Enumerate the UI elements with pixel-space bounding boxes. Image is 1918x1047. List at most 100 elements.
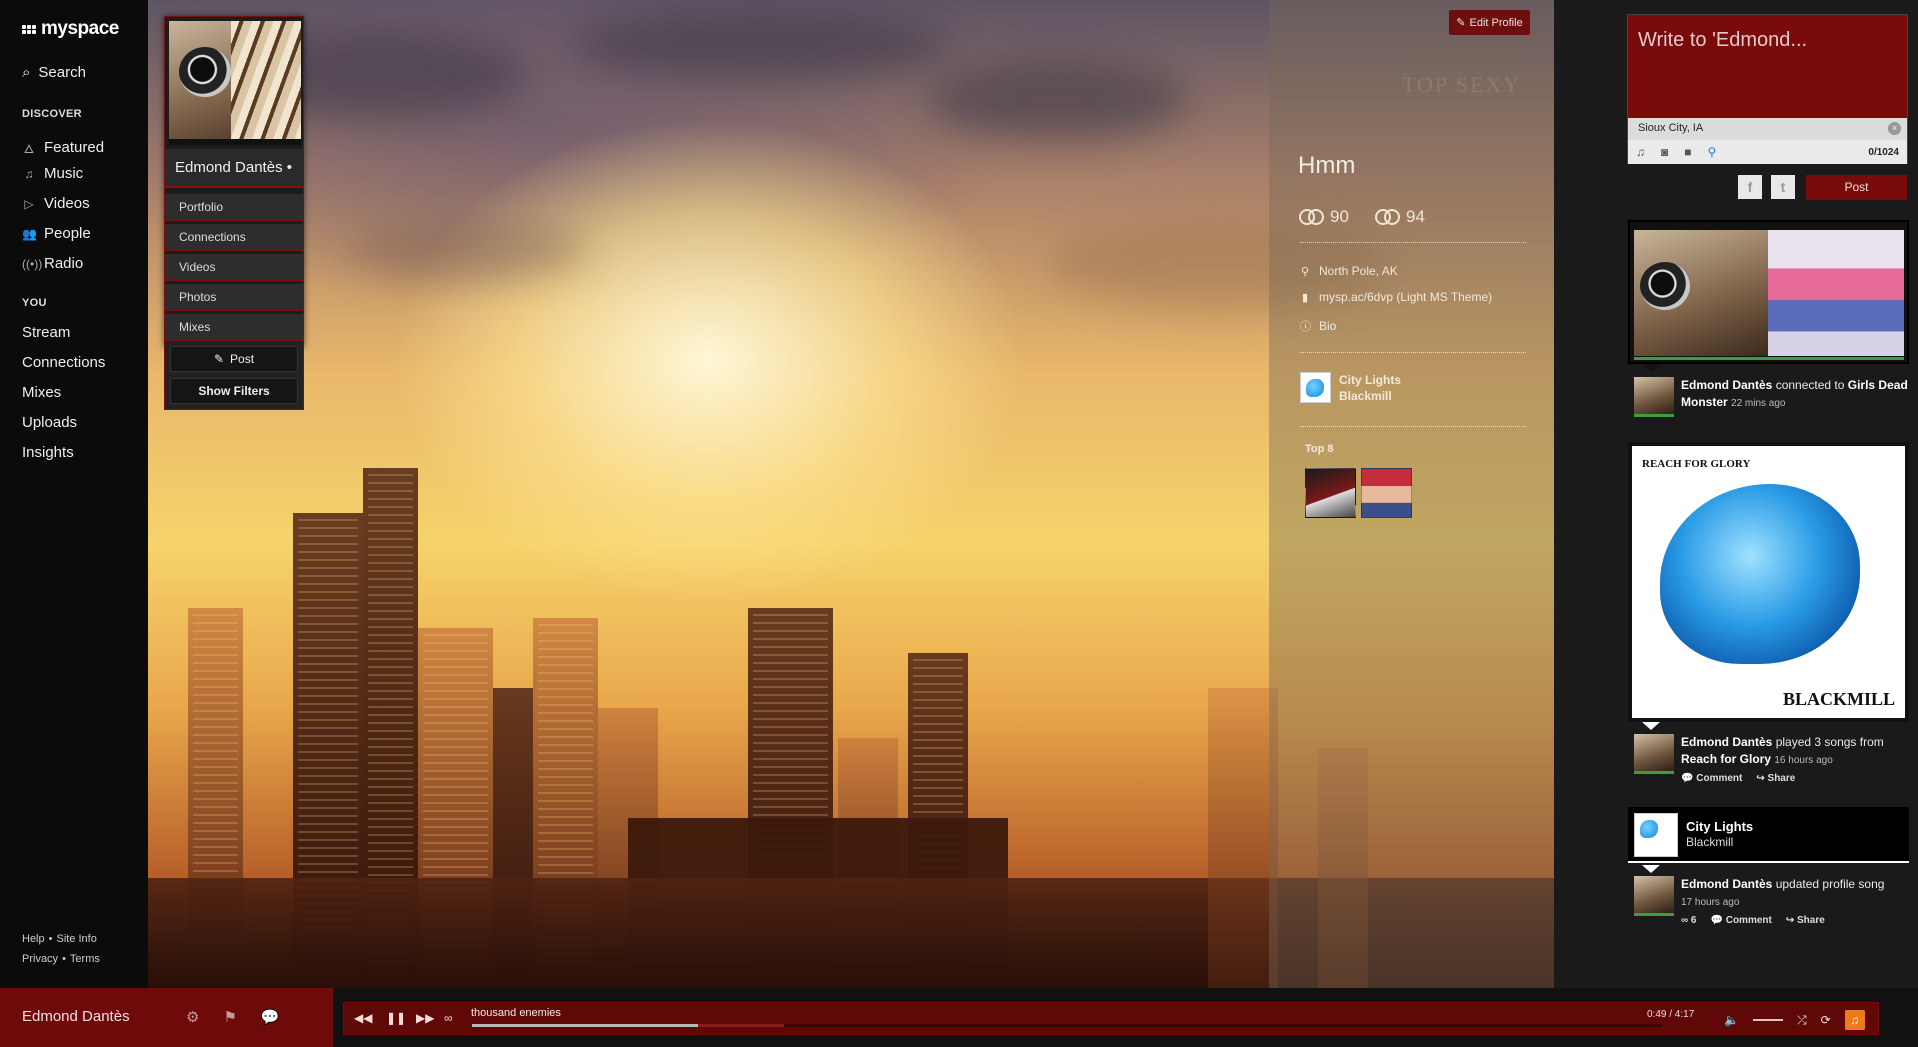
nav-uploads[interactable]: Uploads xyxy=(22,414,77,431)
nav-mixes[interactable]: Mixes xyxy=(22,384,61,401)
music-note-icon[interactable]: ♫ xyxy=(1844,1010,1865,1030)
fast-forward-icon[interactable]: ▶▶ xyxy=(416,1011,434,1025)
nav-insights[interactable]: Insights xyxy=(22,444,74,461)
site-info-link[interactable]: Site Info xyxy=(56,933,96,945)
nav-search[interactable]: ⌕ Search xyxy=(22,64,86,81)
flag-icon[interactable]: ⚑ xyxy=(223,1008,236,1026)
privacy-link[interactable]: Privacy xyxy=(22,953,58,965)
top8-friend-avatar[interactable] xyxy=(1305,468,1356,518)
divider xyxy=(1300,426,1526,427)
comment-button[interactable]: 💬 Comment xyxy=(1681,770,1742,787)
profile-name[interactable]: Edmond Dantès • xyxy=(165,149,303,188)
comment-icon: 💬 xyxy=(1681,773,1694,784)
profile-link-videos[interactable]: Videos xyxy=(165,254,303,281)
connections-in-count[interactable]: 90 xyxy=(1299,207,1349,227)
video-icon: ▷ xyxy=(24,196,34,211)
pencil-icon: ✎ xyxy=(1456,17,1466,29)
edit-profile-button[interactable]: ✎ Edit Profile xyxy=(1449,10,1530,35)
top8-heading: Top 8 xyxy=(1305,443,1334,455)
share-button[interactable]: ↪ Share xyxy=(1786,912,1825,929)
profile-link-portfolio[interactable]: Portfolio xyxy=(165,194,303,221)
repeat-icon[interactable]: ⟳ xyxy=(1821,1013,1831,1027)
terms-link[interactable]: Terms xyxy=(70,953,100,965)
nav-radio[interactable]: ((•)) Radio xyxy=(22,255,83,272)
profile-link[interactable]: ▮ mysp.ac/6dvp (Light MS Theme) xyxy=(1300,290,1492,304)
search-icon: ⌕ xyxy=(22,64,31,81)
avatar[interactable] xyxy=(1634,876,1674,916)
feed-item: Edmond Dantès played 3 songs from Reach … xyxy=(1634,734,1908,787)
profile-link-mixes[interactable]: Mixes xyxy=(165,314,303,341)
connect-icon xyxy=(1299,209,1324,225)
nav-featured[interactable]: 🜂 Featured xyxy=(22,135,104,160)
discover-heading: DISCOVER xyxy=(22,108,82,120)
profile-link-connections[interactable]: Connections xyxy=(165,224,303,251)
post-button[interactable]: ✎ Post xyxy=(170,346,298,372)
feed-album-art[interactable]: REACH FOR GLORY BLACKMILL xyxy=(1628,442,1909,722)
profile-card-actions: ✎ Post Show Filters xyxy=(164,340,304,410)
show-filters-button[interactable]: Show Filters xyxy=(170,378,298,404)
character-count: 0/1024 xyxy=(1868,146,1899,158)
footer-links-1: Help • Site Info xyxy=(22,933,97,945)
close-icon[interactable]: × xyxy=(1888,122,1901,135)
nav-music[interactable]: ♫ Music xyxy=(22,165,84,182)
progress-bar[interactable] xyxy=(472,1024,1662,1027)
dock-username[interactable]: Edmond Dantès xyxy=(22,1008,130,1025)
radio-icon: ((•)) xyxy=(22,256,43,271)
profile-link-photos[interactable]: Photos xyxy=(165,284,303,311)
profile-avatar[interactable] xyxy=(169,21,301,145)
connect-count[interactable]: ∞ 6 xyxy=(1681,912,1696,929)
left-nav: myspace ⌕ Search DISCOVER 🜂 Featured ♫ Mus… xyxy=(0,0,148,988)
avatar[interactable] xyxy=(1634,734,1674,774)
music-player: ◀◀ ❚❚ ▶▶ ∞ thousand enemies 0:49 / 4:17 … xyxy=(343,1002,1879,1035)
twitter-share-toggle[interactable]: t xyxy=(1771,175,1795,199)
share-icon: ↪ xyxy=(1785,915,1795,926)
comment-icon: 💬 xyxy=(1710,915,1723,926)
flame-icon: 🜂 xyxy=(23,142,35,156)
song-artwork xyxy=(1300,372,1331,403)
video-camera-icon[interactable]: ■ xyxy=(1684,145,1691,159)
location-pin-icon: ⚲ xyxy=(1300,265,1310,278)
feed-item: Edmond Dantès connected to Girls Dead Mo… xyxy=(1634,377,1908,417)
connect-icon[interactable]: ∞ xyxy=(444,1011,453,1025)
gear-icon[interactable]: ⚙ xyxy=(186,1008,199,1026)
profile-card: Edmond Dantès • Portfolio Connections Vi… xyxy=(164,16,304,347)
music-icon[interactable]: ♫ xyxy=(1636,145,1645,159)
top8-friend-avatar[interactable] xyxy=(1361,468,1412,518)
connections-out-count[interactable]: 94 xyxy=(1375,207,1425,227)
shuffle-icon[interactable]: ⤮ xyxy=(1797,1013,1807,1028)
camera-icon[interactable]: ◙ xyxy=(1661,145,1668,159)
divider xyxy=(1300,242,1526,243)
chat-icon[interactable]: 💬 xyxy=(261,1008,280,1026)
avatar[interactable] xyxy=(1634,377,1674,417)
track-title[interactable]: thousand enemies xyxy=(471,1007,561,1019)
nav-stream[interactable]: Stream xyxy=(22,324,70,341)
nav-videos[interactable]: ▷ Videos xyxy=(22,195,89,212)
logo-icon xyxy=(22,24,36,34)
composer-location: Sioux City, IA × xyxy=(1628,118,1907,140)
rewind-icon[interactable]: ◀◀ xyxy=(354,1011,372,1025)
bookmark-icon: ▮ xyxy=(1301,291,1309,304)
nav-connections[interactable]: Connections xyxy=(22,354,105,371)
comment-button[interactable]: 💬 Comment xyxy=(1710,912,1771,929)
facebook-share-toggle[interactable]: f xyxy=(1738,175,1762,199)
you-heading: YOU xyxy=(22,297,47,309)
share-button[interactable]: ↪ Share xyxy=(1756,770,1795,787)
song-artwork xyxy=(1634,813,1678,857)
post-composer[interactable]: Write to 'Edmond... Sioux City, IA × ♫ ◙ … xyxy=(1627,14,1908,164)
myspace-logo[interactable]: myspace xyxy=(22,18,119,40)
location-pin-icon[interactable]: ⚲ xyxy=(1708,145,1717,159)
volume-icon[interactable]: 🔈 xyxy=(1724,1013,1739,1027)
profile-song[interactable]: City Lights Blackmill xyxy=(1300,372,1401,404)
feed-connection-image[interactable] xyxy=(1628,220,1909,364)
share-icon: ↪ xyxy=(1756,773,1765,784)
feed-song-card[interactable]: City Lights Blackmill xyxy=(1628,807,1909,863)
pause-icon[interactable]: ❚❚ xyxy=(386,1011,406,1025)
composer-placeholder[interactable]: Write to 'Edmond... xyxy=(1638,29,1807,52)
volume-slider[interactable] xyxy=(1752,1019,1783,1021)
profile-bio-toggle[interactable]: ⓘ Bio xyxy=(1300,318,1336,334)
user-dock: Edmond Dantès ⚙ ⚑ 💬 xyxy=(0,988,333,1047)
composer-post-button[interactable]: Post xyxy=(1806,175,1907,200)
nav-people[interactable]: 👥 People xyxy=(22,225,91,242)
help-link[interactable]: Help xyxy=(22,933,45,945)
profile-location: ⚲ North Pole, AK xyxy=(1300,264,1398,278)
